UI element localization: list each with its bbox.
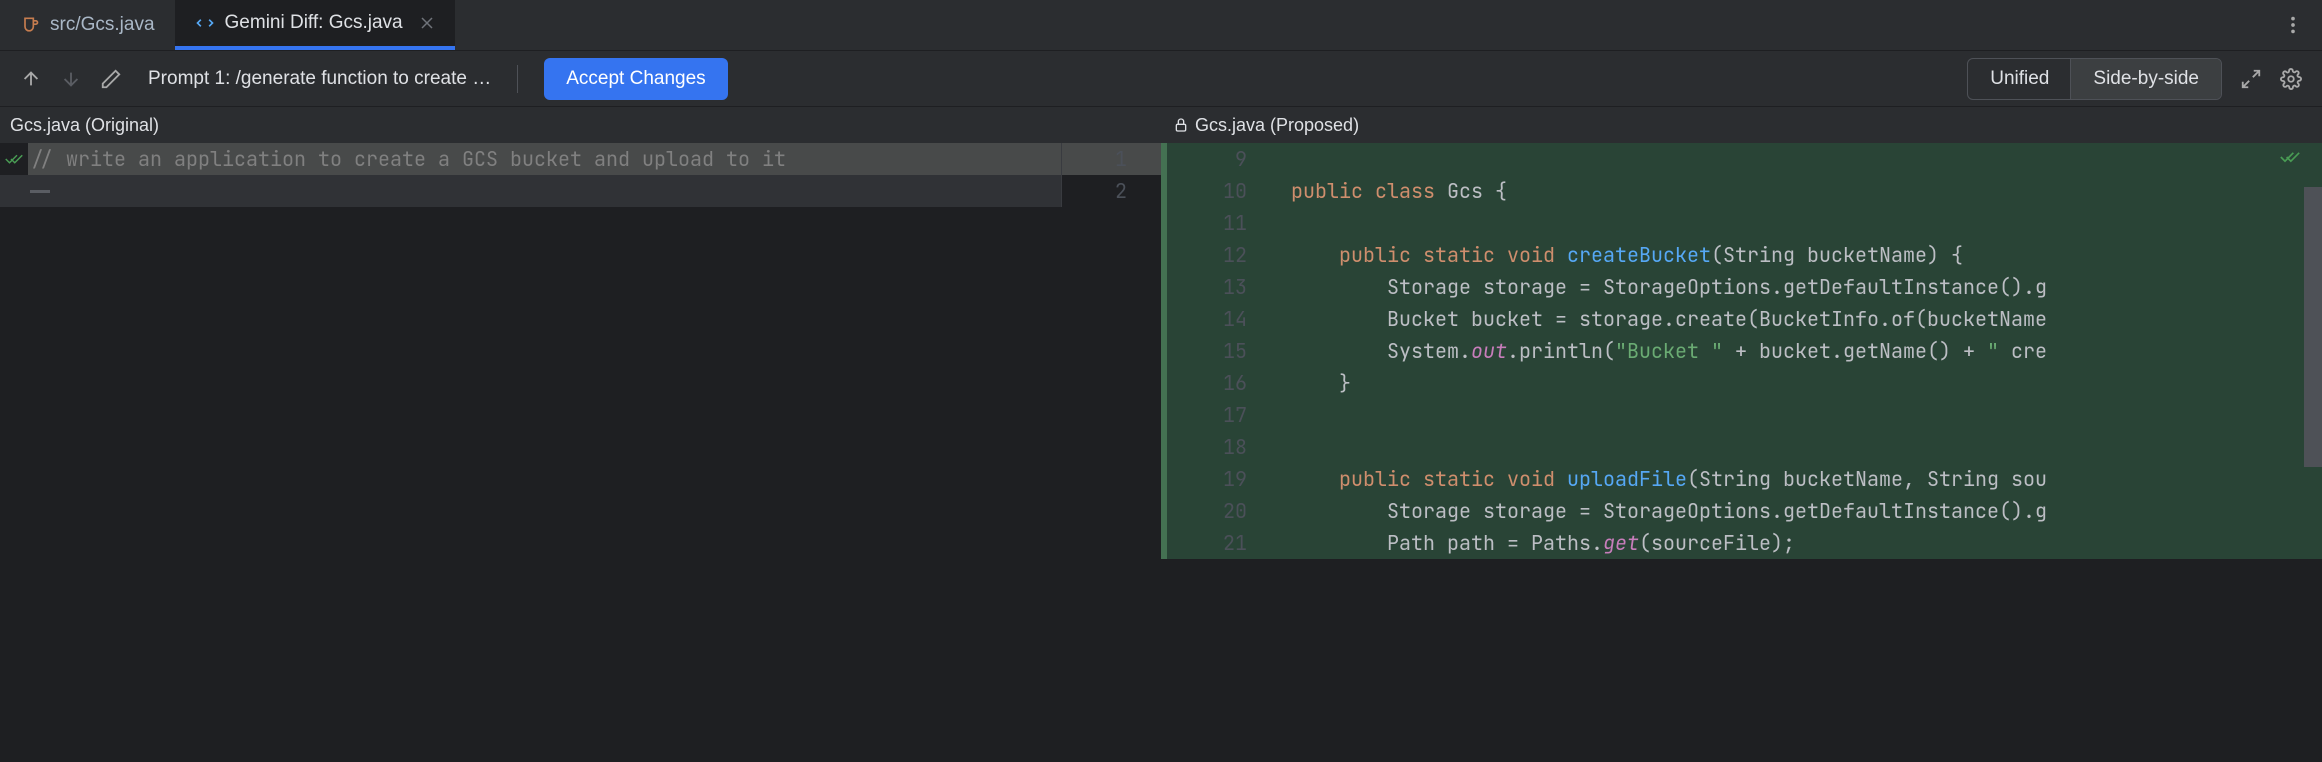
gear-icon[interactable] <box>2280 68 2302 90</box>
line-number: 16 <box>1161 367 1291 399</box>
code-line[interactable]: 14 Bucket bucket = storage.create(Bucket… <box>1161 303 2322 335</box>
code-line[interactable]: 12 public static void createBucket(Strin… <box>1161 239 2322 271</box>
tab-gemini-diff[interactable]: Gemini Diff: Gcs.java <box>175 0 455 50</box>
toggle-side-by-side[interactable]: Side-by-side <box>2071 59 2221 99</box>
code-content[interactable]: Storage storage = StorageOptions.getDefa… <box>1291 495 2322 527</box>
code-content[interactable] <box>28 175 1061 207</box>
accept-changes-button[interactable]: Accept Changes <box>544 58 727 100</box>
code-line[interactable]: 15 System.out.println("Bucket " + bucket… <box>1161 335 2322 367</box>
line-number: 11 <box>1161 207 1291 239</box>
line-number: 21 <box>1161 527 1291 559</box>
code-line[interactable]: 20 Storage storage = StorageOptions.getD… <box>1161 495 2322 527</box>
code-line[interactable]: 16 } <box>1161 367 2322 399</box>
code-line[interactable]: 21 Path path = Paths.get(sourceFile); <box>1161 527 2322 559</box>
tab-label: src/Gcs.java <box>50 14 155 36</box>
diff-icon <box>195 13 215 33</box>
code-line[interactable]: 9 <box>1161 143 2322 175</box>
line-number: 14 <box>1161 303 1291 335</box>
header-original: Gcs.java (Original) <box>0 107 1161 143</box>
close-icon[interactable] <box>419 15 435 31</box>
code-content[interactable]: Storage storage = StorageOptions.getDefa… <box>1291 271 2322 303</box>
tabs-bar: src/Gcs.java Gemini Diff: Gcs.java <box>0 0 2322 51</box>
code-content[interactable]: public static void createBucket(String b… <box>1291 239 2322 271</box>
gutter <box>0 175 28 207</box>
line-number: 2 <box>1061 175 1161 207</box>
scrollbar[interactable] <box>2304 143 2322 762</box>
code-line[interactable]: // write an application to create a GCS … <box>0 143 1161 175</box>
line-number: 20 <box>1161 495 1291 527</box>
arrow-down-icon[interactable] <box>60 68 82 90</box>
code-line[interactable]: 13 Storage storage = StorageOptions.getD… <box>1161 271 2322 303</box>
collapse-icon[interactable] <box>2240 68 2262 90</box>
code-content[interactable]: System.out.println("Bucket " + bucket.ge… <box>1291 335 2322 367</box>
gutter <box>0 143 28 175</box>
line-number: 10 <box>1161 175 1291 207</box>
line-number: 1 <box>1061 143 1161 175</box>
header-original-label: Gcs.java (Original) <box>10 115 159 136</box>
arrow-up-icon[interactable] <box>20 68 42 90</box>
line-number: 17 <box>1161 399 1291 431</box>
more-vertical-icon[interactable] <box>2282 14 2304 36</box>
line-number: 13 <box>1161 271 1291 303</box>
java-cup-icon <box>20 15 40 35</box>
toggle-unified[interactable]: Unified <box>1968 59 2071 99</box>
code-content[interactable] <box>1291 399 2322 431</box>
line-number: 18 <box>1161 431 1291 463</box>
tab-label: Gemini Diff: Gcs.java <box>225 12 403 34</box>
proposed-pane[interactable]: 910public class Gcs {1112 public static … <box>1161 143 2322 762</box>
prompt-text: Prompt 1: /generate function to create … <box>148 68 491 90</box>
code-content[interactable]: Path path = Paths.get(sourceFile); <box>1291 527 2322 559</box>
tab-file-gcs[interactable]: src/Gcs.java <box>0 0 175 50</box>
code-line[interactable]: 19 public static void uploadFile(String … <box>1161 463 2322 495</box>
code-content[interactable]: public class Gcs { <box>1291 175 2322 207</box>
original-pane[interactable]: // write an application to create a GCS … <box>0 143 1161 762</box>
header-proposed: Gcs.java (Proposed) <box>1161 107 2322 143</box>
code-line[interactable]: 17 <box>1161 399 2322 431</box>
diff-container: // write an application to create a GCS … <box>0 143 2322 762</box>
line-number: 19 <box>1161 463 1291 495</box>
edit-icon[interactable] <box>100 68 122 90</box>
code-line[interactable]: 2 <box>0 175 1161 207</box>
header-proposed-label: Gcs.java (Proposed) <box>1195 115 1359 136</box>
code-line[interactable]: 18 <box>1161 431 2322 463</box>
code-content[interactable]: public static void uploadFile(String buc… <box>1291 463 2322 495</box>
code-content[interactable] <box>1291 207 2322 239</box>
code-content[interactable] <box>1291 143 2322 175</box>
code-content[interactable]: // write an application to create a GCS … <box>28 143 1061 175</box>
line-number: 9 <box>1161 143 1291 175</box>
code-content[interactable]: } <box>1291 367 2322 399</box>
code-line[interactable]: 11 <box>1161 207 2322 239</box>
line-number: 15 <box>1161 335 1291 367</box>
lock-icon <box>1173 117 1189 133</box>
pane-headers: Gcs.java (Original) Gcs.java (Proposed) <box>0 107 2322 143</box>
diff-toolbar: Prompt 1: /generate function to create …… <box>0 51 2322 107</box>
divider <box>517 65 518 93</box>
code-content[interactable]: Bucket bucket = storage.create(BucketInf… <box>1291 303 2322 335</box>
code-line[interactable]: 10public class Gcs { <box>1161 175 2322 207</box>
scrollbar-thumb[interactable] <box>2304 187 2322 467</box>
line-number: 12 <box>1161 239 1291 271</box>
code-content[interactable] <box>1291 431 2322 463</box>
checks-ok-icon <box>2280 149 2300 168</box>
view-mode-toggle: Unified Side-by-side <box>1967 58 2222 100</box>
